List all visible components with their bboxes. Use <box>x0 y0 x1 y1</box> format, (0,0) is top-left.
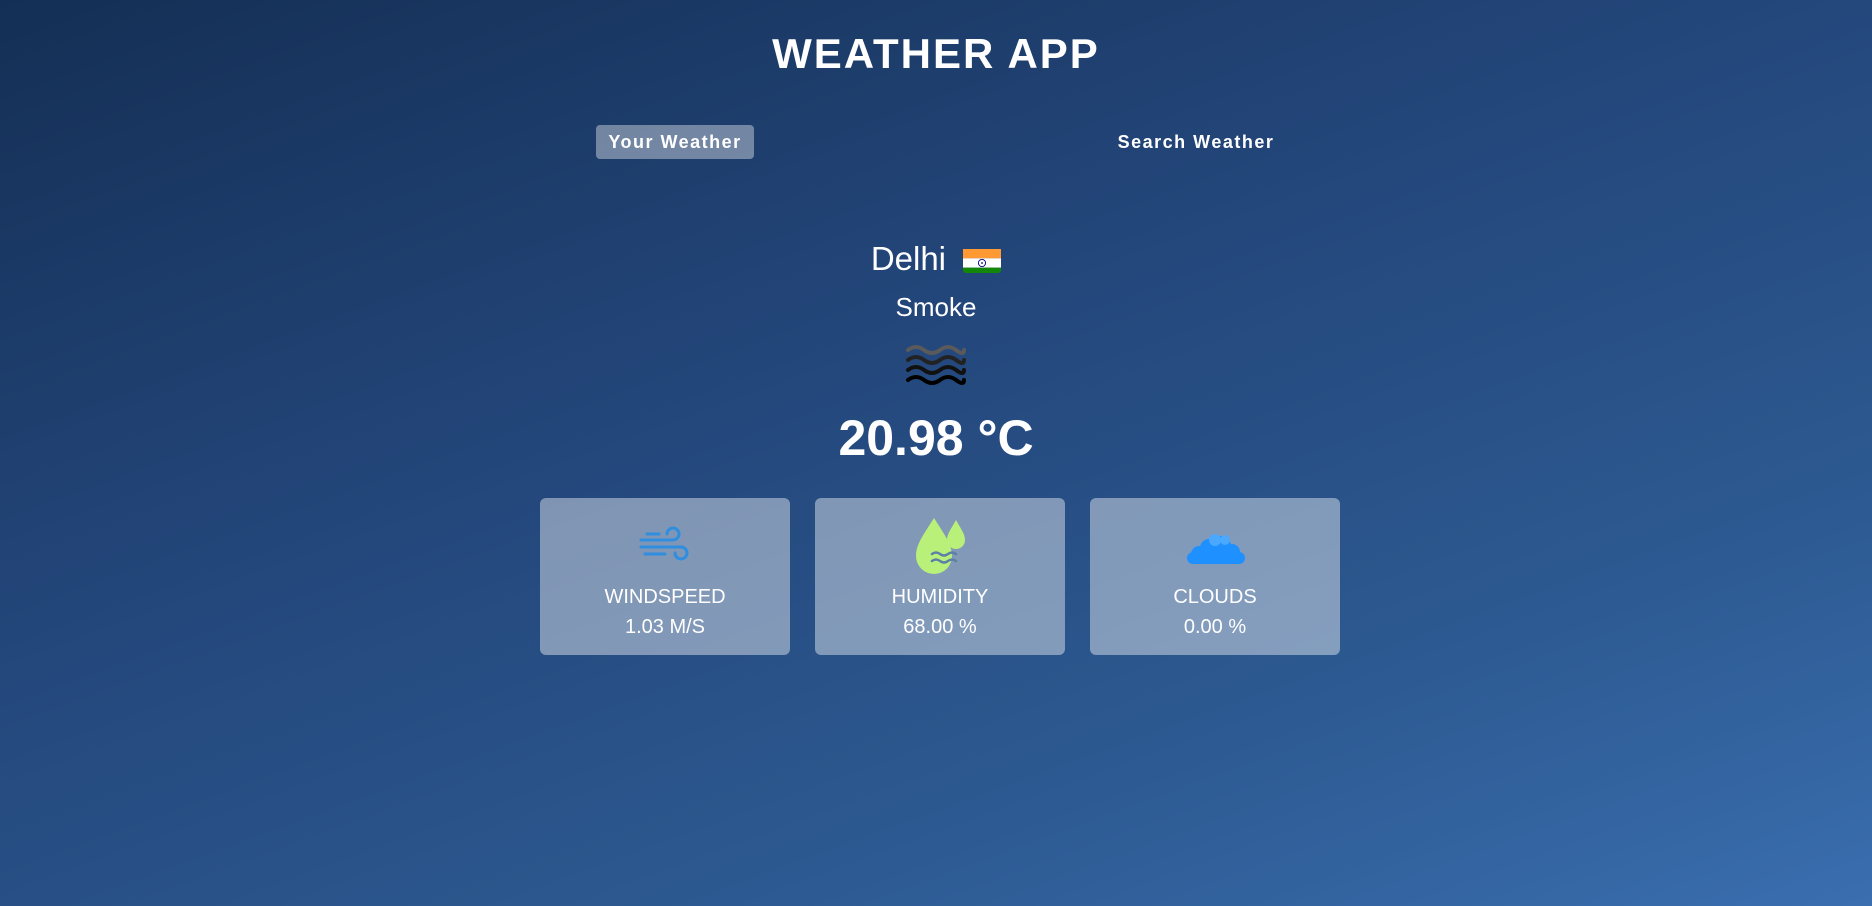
weather-description: Smoke <box>895 292 977 322</box>
wind-icon <box>635 516 695 576</box>
humidity-card: HUMIDITY 68.00 % <box>815 498 1065 655</box>
humidity-value: 68.00 % <box>903 616 977 638</box>
weather-details: WINDSPEED 1.03 M/S HUMIDITY 68.00 % CLOU… <box>540 498 1340 655</box>
clouds-card: CLOUDS 0.00 % <box>1090 498 1340 655</box>
windspeed-value: 1.03 M/S <box>624 616 706 638</box>
clouds-icon <box>1185 516 1245 576</box>
tab-your-weather[interactable]: Your Weather <box>596 125 754 159</box>
tab-bar: Your Weather Search Weather <box>596 125 1296 159</box>
clouds-value: 0.00 % <box>1183 616 1247 638</box>
windspeed-card: WINDSPEED 1.03 M/S <box>540 498 790 655</box>
app-title: WEATHER APP <box>772 30 1100 77</box>
india-flag-icon <box>963 245 1002 273</box>
smoke-haze-icon <box>904 342 968 392</box>
clouds-label: CLOUDS <box>1173 586 1257 608</box>
tab-search-weather[interactable]: Search Weather <box>1096 125 1296 159</box>
humidity-drops-icon <box>910 516 970 576</box>
temperature-value: 20.98 °C <box>838 410 1034 466</box>
city-name: Delhi <box>870 240 947 277</box>
location-row: Delhi <box>0 238 1872 280</box>
windspeed-label: WINDSPEED <box>604 586 726 608</box>
humidity-label: HUMIDITY <box>891 586 989 608</box>
